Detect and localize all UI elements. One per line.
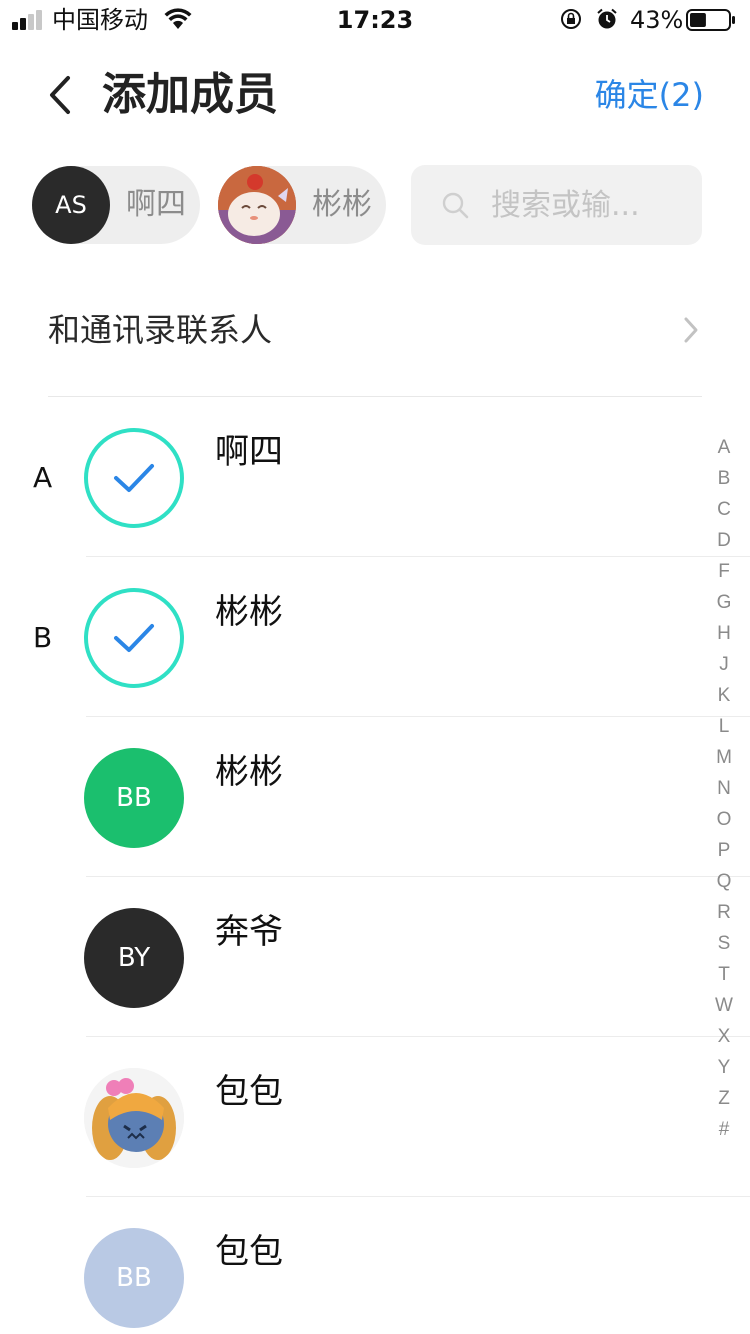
contact-row[interactable]: A 啊四 [0, 397, 750, 557]
battery-icon [686, 9, 735, 31]
avatar-initials: BY [117, 943, 151, 973]
selected-chip-label: 啊四 [126, 187, 186, 222]
contact-list: A 啊四 B 彬彬 BB 彬彬 BY 奔爷 包包 BB 包包 [0, 397, 750, 1334]
index-letter[interactable]: Q [706, 866, 742, 897]
contact-row[interactable]: 包包 [0, 1037, 750, 1197]
avatar-initials: BB [116, 783, 152, 813]
avatar-initials: AS [55, 191, 87, 219]
contact-name: 包包 [215, 1232, 283, 1272]
index-letter[interactable]: W [706, 990, 742, 1021]
chevron-left-icon[interactable] [40, 70, 80, 120]
index-letter[interactable]: J [706, 649, 742, 680]
index-letter[interactable]: # [706, 1114, 742, 1145]
chevron-right-icon [684, 317, 698, 343]
selected-check[interactable] [84, 428, 184, 528]
selected-chip[interactable]: 彬彬 [218, 166, 386, 244]
alarm-icon [597, 8, 617, 29]
index-letter[interactable]: A [706, 432, 742, 463]
avatar: BY [84, 908, 184, 1008]
search-icon [442, 192, 469, 219]
index-letter[interactable]: K [706, 680, 742, 711]
selected-chip-label: 彬彬 [312, 187, 372, 222]
index-letter[interactable]: N [706, 773, 742, 804]
index-letter[interactable]: X [706, 1021, 742, 1052]
avatar-initials: BB [116, 1263, 152, 1293]
checkmark-icon [114, 624, 154, 652]
index-letter[interactable]: B [706, 463, 742, 494]
avatar: BB [84, 748, 184, 848]
contact-row[interactable]: B 彬彬 [0, 557, 750, 717]
search-box[interactable] [411, 165, 702, 245]
index-letter[interactable]: G [706, 587, 742, 618]
battery-percent: 43% [630, 6, 684, 34]
selected-check[interactable] [84, 588, 184, 688]
rotation-lock-icon [561, 9, 581, 29]
selected-chip[interactable]: AS 啊四 [32, 166, 200, 244]
index-letter[interactable]: L [706, 711, 742, 742]
index-letter[interactable]: H [706, 618, 742, 649]
index-letter[interactable]: O [706, 804, 742, 835]
contact-name: 啊四 [215, 432, 283, 472]
index-letter[interactable]: D [706, 525, 742, 556]
page-title: 添加成员 [102, 69, 278, 120]
index-letter[interactable]: F [706, 556, 742, 587]
section-letter: A [33, 461, 53, 494]
contact-row[interactable]: BB 彬彬 [0, 717, 750, 877]
status-bar: 中国移动 17:23 43% [0, 0, 750, 40]
index-letter[interactable]: S [706, 928, 742, 959]
index-letter[interactable]: T [706, 959, 742, 990]
photo-avatar [84, 1068, 184, 1168]
alphabet-index[interactable]: A B C D F G H J K L M N O P Q R S T W X Y Z # [706, 432, 742, 1145]
address-book-entry[interactable]: 和通讯录联系人 [48, 290, 702, 370]
index-letter[interactable]: M [706, 742, 742, 773]
avatar: AS [32, 166, 110, 244]
index-letter[interactable]: R [706, 897, 742, 928]
avatar: BB [84, 1228, 184, 1328]
contact-row[interactable]: BB 包包 [0, 1197, 705, 1334]
index-letter[interactable]: P [706, 835, 742, 866]
index-letter[interactable]: C [706, 494, 742, 525]
search-input[interactable] [491, 181, 691, 229]
contact-name: 彬彬 [215, 752, 283, 792]
checkmark-icon [114, 464, 154, 492]
section-letter: B [33, 621, 53, 654]
contact-name: 奔爷 [215, 912, 283, 952]
contact-name: 包包 [215, 1072, 283, 1112]
index-letter[interactable]: Z [706, 1083, 742, 1114]
photo-avatar [218, 166, 296, 244]
confirm-button[interactable]: 确定(2) [595, 74, 704, 116]
contact-row[interactable]: BY 奔爷 [0, 877, 750, 1037]
address-book-label: 和通讯录联系人 [48, 311, 273, 349]
contact-name: 彬彬 [215, 592, 283, 632]
index-letter[interactable]: Y [706, 1052, 742, 1083]
